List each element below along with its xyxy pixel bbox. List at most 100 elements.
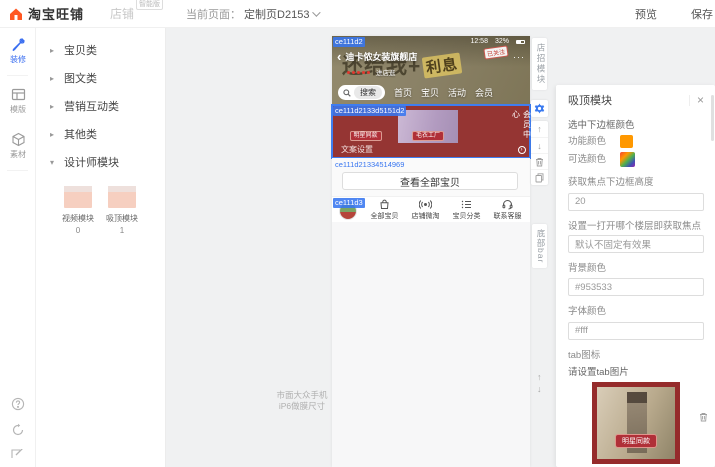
side-label-shop-sign[interactable]: 店招模块 xyxy=(532,38,547,90)
border-color-section-label: 选中下边框颜色 xyxy=(568,117,704,131)
optional-color-swatch[interactable] xyxy=(620,152,635,167)
hammer-icon xyxy=(11,37,26,52)
module-sticky-selected[interactable]: ce111d2133d5151d2 明星同款 毛衣工厂 文案设置 会员中心 › xyxy=(332,105,530,158)
shop-tab-items[interactable]: 宝贝 xyxy=(421,86,439,99)
tree-item-designer[interactable]: ▾ 设计师模块 xyxy=(36,148,165,176)
rail-item-material[interactable]: 素材 xyxy=(0,123,36,168)
current-page-dropdown[interactable]: 当前页面： 定制页D2153 xyxy=(186,6,318,22)
photo-tag-button[interactable]: 明星同款 xyxy=(349,131,381,141)
bag-icon xyxy=(379,199,390,210)
collapsed-arrow-icon: ▸ xyxy=(50,130,58,139)
search-input[interactable]: 搜索 xyxy=(338,85,385,100)
scroll-up-icon[interactable]: ↑ xyxy=(537,372,542,382)
bottombar-service[interactable]: 联系客服 xyxy=(494,199,522,221)
feedback-icon[interactable] xyxy=(11,449,25,465)
bottombar-weitao[interactable]: 店铺微淘 xyxy=(412,199,440,221)
module-thumbnail xyxy=(108,186,136,208)
current-page-value: 定制页D2153 xyxy=(244,6,309,22)
rail-item-decorate[interactable]: 装修 xyxy=(0,28,36,73)
shop-tab-member[interactable]: 会员 xyxy=(475,86,493,99)
app-logo[interactable]: 淘宝旺铺 xyxy=(8,4,84,23)
arrow-circle-icon: › xyxy=(518,146,526,154)
module-id-chip[interactable]: ce111d2 xyxy=(333,37,365,47)
module-view-all[interactable]: ce111d21334514969 查看全部宝贝 xyxy=(332,158,530,196)
more-icon[interactable]: ··· xyxy=(513,52,525,62)
chevron-down-icon xyxy=(313,8,321,16)
function-color-swatch[interactable] xyxy=(620,135,633,148)
member-center-strip[interactable]: 会员中心 › xyxy=(516,110,527,154)
preview-button[interactable]: 预览 xyxy=(625,2,667,26)
tab-icon-label: tab图标 xyxy=(568,347,704,361)
focus-height-label: 获取焦点下边框高度 xyxy=(568,174,704,188)
delete-image-button[interactable] xyxy=(699,412,708,422)
function-color-label: 功能颜色 xyxy=(568,136,614,147)
list-icon xyxy=(461,199,472,210)
module-id-chip[interactable]: ce111d21334514969 xyxy=(333,160,406,170)
designer-module-list: 视频模块 0 吸顶模块 1 xyxy=(36,176,165,235)
status-time: 12:58 xyxy=(470,38,488,45)
save-button[interactable]: 保存 xyxy=(681,2,715,26)
status-battery-percent: 32% xyxy=(495,38,509,45)
module-toolbar: ↑ ↓ xyxy=(531,121,548,185)
screen-size-hint: 市面大众手机 iP6做膜尺寸 xyxy=(260,390,344,412)
module-bottom-bar[interactable]: ce111d3 全部宝贝 店铺微淘 xyxy=(332,196,530,222)
panel-header: 吸顶模块 × xyxy=(568,92,704,108)
bottombar-categories[interactable]: 宝贝分类 xyxy=(453,199,481,221)
expanded-arrow-icon: ▾ xyxy=(50,158,58,167)
photo-tag-button: 明星同款 xyxy=(615,434,657,448)
move-up-button[interactable]: ↑ xyxy=(531,121,548,137)
module-thumb-video[interactable]: 视频模块 0 xyxy=(62,186,94,235)
font-color-input[interactable] xyxy=(568,322,704,340)
focus-height-input[interactable] xyxy=(568,193,704,211)
background-color-input[interactable] xyxy=(568,278,704,296)
view-all-items-button[interactable]: 查看全部宝贝 xyxy=(342,172,518,190)
crown-rating: 进店逛 xyxy=(347,67,396,77)
move-down-button[interactable]: ↓ xyxy=(531,137,548,153)
divider xyxy=(7,75,28,76)
search-button[interactable]: 搜索 xyxy=(354,86,382,99)
close-icon[interactable]: × xyxy=(697,94,704,106)
cube-icon xyxy=(11,132,26,147)
current-page-label: 当前页面： xyxy=(186,6,241,22)
help-icon[interactable] xyxy=(11,397,25,413)
battery-icon xyxy=(516,40,525,44)
shop-name: 迪卡侬女装旗舰店 xyxy=(345,50,417,63)
rail-item-template[interactable]: 模版 xyxy=(0,78,36,123)
tab-image-preview[interactable]: 明星同款 xyxy=(592,382,680,464)
tree-item-imagetext[interactable]: ▸ 图文类 xyxy=(36,64,165,92)
copy-module-button[interactable] xyxy=(531,169,548,185)
tree-item-items[interactable]: ▸ 宝贝类 xyxy=(36,36,165,64)
scroll-down-icon[interactable]: ↓ xyxy=(537,384,542,394)
side-label-bottom-bar[interactable]: 底部bar xyxy=(532,224,547,268)
tree-item-marketing[interactable]: ▸ 营销互动类 xyxy=(36,92,165,120)
app: 淘宝旺铺 店铺 智能版 当前页面： 定制页D2153 预览 保存 装修 xyxy=(0,0,715,467)
header-actions: 预览 保存 xyxy=(625,2,715,26)
enter-shop-link[interactable]: 进店逛 xyxy=(376,67,396,77)
collapsed-arrow-icon: ▸ xyxy=(50,46,58,55)
module-shop-sign[interactable]: ce111d2 还给我+ 利息 12:58 32% ‹ 迪卡侬女装旗舰店 ···… xyxy=(332,36,530,105)
shop-tab-activity[interactable]: 活动 xyxy=(448,86,466,99)
shop-nav-row: 搜索 首页 宝贝 活动 会员 xyxy=(338,85,526,100)
left-rail: 装修 模版 素材 xyxy=(0,28,36,467)
sticky-photo-2[interactable]: 毛衣工厂 xyxy=(398,110,458,143)
module-thumb-sticky[interactable]: 吸顶模块 1 xyxy=(106,186,138,235)
shop-tab-home[interactable]: 首页 xyxy=(394,86,412,99)
tree-item-other[interactable]: ▸ 其他类 xyxy=(36,120,165,148)
module-tree: ▸ 宝贝类 ▸ 图文类 ▸ 营销互动类 ▸ 其他类 ▾ 设计师模块 xyxy=(36,28,165,176)
home-icon xyxy=(8,6,24,22)
bottombar-all-items[interactable]: 全部宝贝 xyxy=(371,199,399,221)
logo-text: 淘宝旺铺 xyxy=(28,4,84,23)
collapsed-arrow-icon: ▸ xyxy=(50,74,58,83)
font-color-label: 字体颜色 xyxy=(568,303,704,317)
phone-preview: ce111d2 还给我+ 利息 12:58 32% ‹ 迪卡侬女装旗舰店 ···… xyxy=(332,36,530,467)
refresh-icon[interactable] xyxy=(11,423,25,439)
module-id-chip[interactable]: ce111d3 xyxy=(333,198,365,208)
delete-module-button[interactable] xyxy=(531,153,548,169)
broadcast-icon xyxy=(419,199,432,210)
module-id-chip[interactable]: ce111d2133d5151d2 xyxy=(333,106,406,116)
photo-tag-button[interactable]: 毛衣工厂 xyxy=(412,131,444,141)
open-focus-input[interactable] xyxy=(568,235,704,253)
back-icon[interactable]: ‹ xyxy=(337,52,341,62)
module-settings-button[interactable] xyxy=(531,100,548,117)
shop-tab[interactable]: 店铺 智能版 xyxy=(110,5,134,22)
